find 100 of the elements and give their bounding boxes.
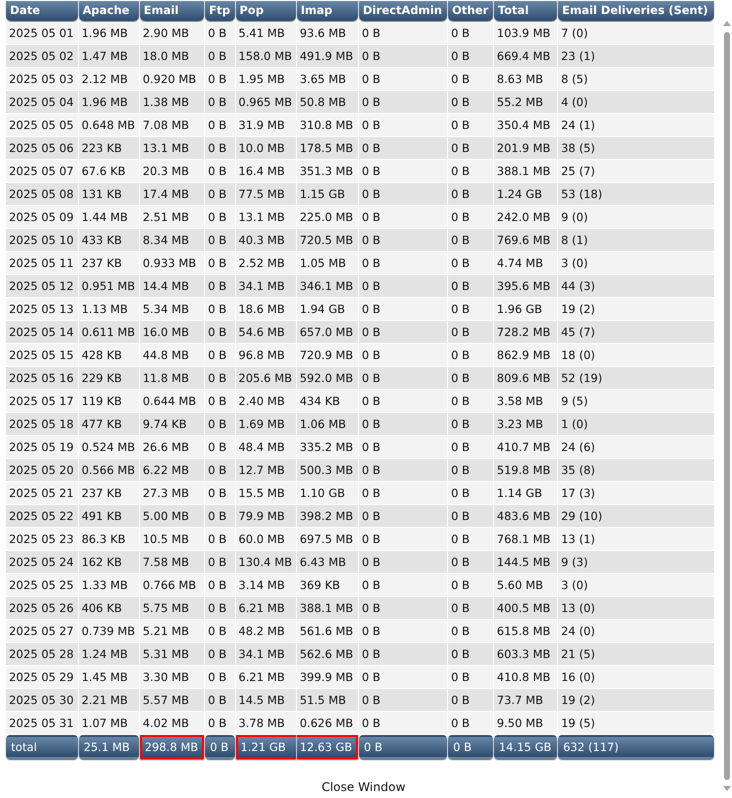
table-cell: 178.5 MB — [296, 137, 358, 159]
table-cell: 0.965 MB — [236, 91, 296, 113]
table-cell: 44.8 MB — [140, 344, 204, 366]
table-cell: 410.7 MB — [494, 436, 558, 458]
table-cell: 2.12 MB — [78, 68, 139, 90]
table-cell: 19 (5) — [558, 712, 714, 734]
table-cell: 17.4 MB — [140, 183, 204, 205]
table-cell: 335.2 MB — [296, 436, 358, 458]
table-cell: 0 B — [358, 91, 448, 113]
table-cell: 0 B — [358, 436, 448, 458]
table-cell: 428 KB — [78, 344, 139, 366]
table-cell: 2025 05 06 — [6, 137, 78, 159]
table-cell: 0 B — [204, 643, 235, 665]
table-cell: 1.24 MB — [78, 643, 139, 665]
table-cell: 5.75 MB — [140, 597, 204, 619]
table-cell: 2025 05 08 — [6, 183, 78, 205]
total-cell: 632 (117) — [558, 735, 714, 759]
table-cell: 0 B — [204, 666, 235, 688]
total-cell: 14.15 GB — [494, 735, 558, 759]
table-cell: 0 B — [204, 551, 235, 573]
table-cell: 119 KB — [78, 390, 139, 412]
table-cell: 0 B — [358, 528, 448, 550]
table-cell: 2025 05 24 — [6, 551, 78, 573]
table-cell: 2025 05 12 — [6, 275, 78, 297]
table-cell: 1 (0) — [558, 413, 714, 435]
table-cell: 1.24 GB — [494, 183, 558, 205]
table-cell: 19 (2) — [558, 689, 714, 711]
column-header: Email — [140, 1, 204, 21]
table-cell: 0 B — [448, 712, 493, 734]
table-cell: 0 B — [448, 68, 493, 90]
table-cell: 1.05 MB — [296, 252, 358, 274]
table-cell: 10.0 MB — [236, 137, 296, 159]
table-cell: 769.6 MB — [494, 229, 558, 251]
table-cell: 35 (8) — [558, 459, 714, 481]
table-cell: 0 B — [448, 275, 493, 297]
table-cell: 5.34 MB — [140, 298, 204, 320]
table-cell: 0 B — [204, 436, 235, 458]
table-cell: 0 B — [204, 505, 235, 527]
table-cell: 491.9 MB — [296, 45, 358, 67]
table-cell: 809.6 MB — [494, 367, 558, 389]
table-cell: 0 B — [358, 574, 448, 596]
table-cell: 13 (0) — [558, 597, 714, 619]
table-cell: 433 KB — [78, 229, 139, 251]
close-window-link[interactable]: Close Window — [322, 780, 406, 794]
table-cell: 0 B — [204, 712, 235, 734]
table-cell: 0 B — [448, 413, 493, 435]
table-cell: 1.44 MB — [78, 206, 139, 228]
table-cell: 25 (7) — [558, 160, 714, 182]
table-cell: 7.08 MB — [140, 114, 204, 136]
scroll-down-icon[interactable] — [723, 786, 731, 792]
table-cell: 0 B — [204, 689, 235, 711]
table-cell: 0 B — [448, 137, 493, 159]
table-cell: 1.06 MB — [296, 413, 358, 435]
table-cell: 0 B — [358, 68, 448, 90]
table-cell: 0 B — [204, 22, 235, 44]
table-cell: 0 B — [204, 321, 235, 343]
table-cell: 615.8 MB — [494, 620, 558, 642]
table-cell: 400.5 MB — [494, 597, 558, 619]
table-cell: 4.02 MB — [140, 712, 204, 734]
table-cell: 0 B — [204, 620, 235, 642]
scroll-up-icon[interactable] — [723, 20, 731, 26]
table-cell: 48.4 MB — [236, 436, 296, 458]
column-header: Date — [6, 1, 78, 21]
table-cell: 73.7 MB — [494, 689, 558, 711]
table-cell: 768.1 MB — [494, 528, 558, 550]
table-cell: 162 KB — [78, 551, 139, 573]
table-cell: 237 KB — [78, 252, 139, 274]
total-cell: 12.63 GB — [296, 735, 358, 759]
table-cell: 5.31 MB — [140, 643, 204, 665]
table-cell: 0 B — [358, 183, 448, 205]
table-cell: 130.4 MB — [236, 551, 296, 573]
table-cell: 603.3 MB — [494, 643, 558, 665]
table-cell: 500.3 MB — [296, 459, 358, 481]
total-cell: total — [6, 735, 78, 759]
table-cell: 1.94 GB — [296, 298, 358, 320]
table-cell: 2025 05 18 — [6, 413, 78, 435]
table-cell: 20.3 MB — [140, 160, 204, 182]
total-cell: 25.1 MB — [78, 735, 139, 759]
table-cell: 229 KB — [78, 367, 139, 389]
table-cell: 592.0 MB — [296, 367, 358, 389]
table-cell: 0 B — [448, 643, 493, 665]
table-cell: 519.8 MB — [494, 459, 558, 481]
table-cell: 9 (3) — [558, 551, 714, 573]
table-cell: 6.21 MB — [236, 666, 296, 688]
table-cell: 5.21 MB — [140, 620, 204, 642]
table-cell: 2025 05 15 — [6, 344, 78, 366]
table-cell: 0 B — [358, 22, 448, 44]
table-cell: 669.4 MB — [494, 45, 558, 67]
table-cell: 14.4 MB — [140, 275, 204, 297]
table-cell: 18 (0) — [558, 344, 714, 366]
table-cell: 21 (5) — [558, 643, 714, 665]
table-cell: 0 B — [448, 367, 493, 389]
table-cell: 18.6 MB — [236, 298, 296, 320]
table-cell: 862.9 MB — [494, 344, 558, 366]
table-cell: 13.1 MB — [140, 137, 204, 159]
table-cell: 3.30 MB — [140, 666, 204, 688]
table-cell: 55.2 MB — [494, 91, 558, 113]
table-cell: 31.9 MB — [236, 114, 296, 136]
table-cell: 5.41 MB — [236, 22, 296, 44]
table-cell: 2025 05 11 — [6, 252, 78, 274]
